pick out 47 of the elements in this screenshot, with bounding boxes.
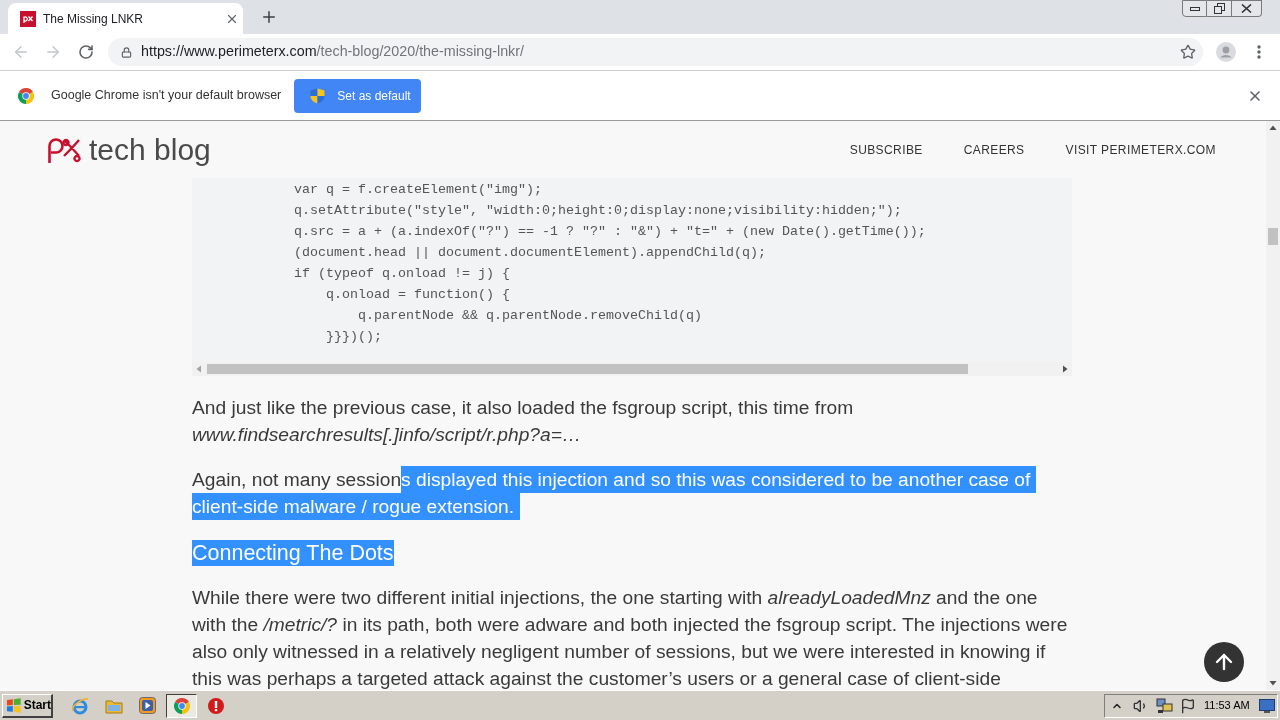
infobar-message: Google Chrome isn't your default browser <box>51 87 282 105</box>
minimize-button[interactable] <box>1182 0 1207 17</box>
show-desktop-icon[interactable] <box>1259 698 1275 713</box>
arrow-right-icon <box>44 43 62 61</box>
windows-flag-icon <box>6 697 22 713</box>
folder-icon <box>104 697 123 714</box>
restore-icon <box>1213 3 1225 14</box>
scroll-to-top-button[interactable] <box>1204 642 1244 682</box>
code-text: var q = f.createElement("img"); q.setAttribute("style", "width:0;height:0;display:none;visibility:hidden;"); q.src = a + (a.indexOf("?") == -1 ? "?" : "&") + "t=" + (new Date().getTime()); (document.head || document.documentElement).appendChild(q); if (typeof q.onload != j) { q.onload = function() { q.parentNode && q.parentNode.removeChild(q) }}})(); <box>293 181 927 346</box>
nav-link[interactable]: SUBSCRIBE <box>849 140 923 159</box>
vertical-scrollbar[interactable] <box>1266 121 1280 690</box>
section-heading: Connecting The Dots <box>192 540 394 566</box>
network-icon[interactable] <box>1156 697 1173 714</box>
browser-tab[interactable]: The Missing LNKR <box>8 3 243 34</box>
menu-icon <box>1257 45 1261 59</box>
logo-text[interactable]: tech blog <box>89 132 211 167</box>
reload-icon <box>78 44 94 60</box>
url-text: https://www.perimeterx.com/tech-blog/2020/the-missing-lnkr/ <box>141 42 524 62</box>
clock-text[interactable]: 11:53 AM <box>1204 697 1250 714</box>
plus-icon <box>260 8 278 26</box>
lock-icon <box>121 46 132 58</box>
alert-icon <box>207 697 224 714</box>
browser-logo-icon <box>173 697 190 714</box>
nav-link[interactable]: CAREERS <box>963 140 1025 159</box>
address-bar[interactable]: https://www.perimeterx.com/tech-blog/2020/the-missing-lnkr/ <box>108 38 1203 66</box>
e-logo-icon <box>70 696 89 715</box>
play-icon <box>139 697 156 714</box>
flag-icon[interactable] <box>1180 697 1196 714</box>
scrollbar-thumb[interactable] <box>1268 228 1278 245</box>
nav-link[interactable]: VISIT PERIMETERX.COM <box>1065 140 1216 159</box>
set-default-button[interactable]: Set as default <box>294 78 422 113</box>
paragraph: While there were two different initial injections, the one starting with alreadyLoadedMnz and the one with the /metric/? in its path, both were adware and both injected the fsgroup script. The injections were also only witnessed in a relatively negligent number of sessions, but we were interested in knowing if this was perhaps a targeted attack against the customer’s users or a general case of client-side <box>192 586 1069 690</box>
profile-button[interactable] <box>1214 40 1238 64</box>
paragraph: And just like the previous case, it also loaded the fsgroup script, this time from www.findsearchresults[.]info/script/r.php?a=… <box>192 396 855 447</box>
scrollbar-thumb[interactable] <box>207 364 968 374</box>
logo-icon[interactable] <box>47 135 81 164</box>
start-button[interactable]: Start <box>2 693 53 718</box>
restore-button[interactable] <box>1207 0 1232 17</box>
browser-logo-icon <box>18 87 34 104</box>
window-close-button[interactable] <box>1232 0 1262 17</box>
minimize-icon <box>1189 6 1200 11</box>
shield-icon <box>310 87 326 104</box>
star-icon <box>1180 44 1196 60</box>
favicon-icon <box>20 10 36 27</box>
close-icon <box>1241 4 1252 13</box>
avatar-icon <box>1216 42 1236 62</box>
taskbar-button[interactable] <box>166 693 197 718</box>
